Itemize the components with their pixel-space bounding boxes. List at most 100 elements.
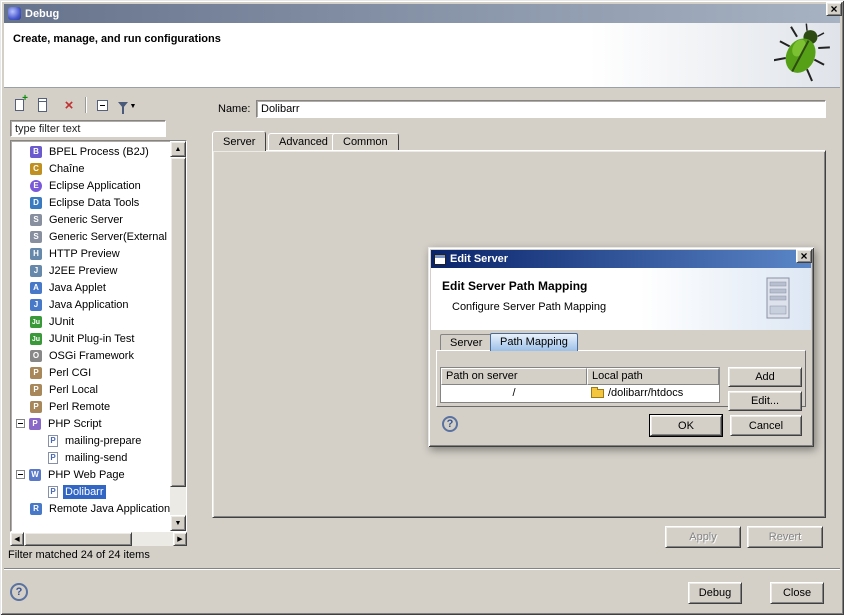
titlebar[interactable]: Debug (4, 4, 840, 23)
tree-item-label: Perl Remote (47, 400, 112, 414)
tree-item-generic-server-external-la[interactable]: Generic Server(External La (12, 228, 170, 245)
java-application-icon (30, 299, 42, 311)
tree-item-bpel-process-b2j[interactable]: BPEL Process (B2J) (12, 143, 170, 160)
php-web-page-icon (29, 469, 41, 481)
tab-server[interactable]: Server (212, 131, 266, 151)
help-icon[interactable] (10, 583, 28, 601)
tab-common[interactable]: Common (332, 133, 399, 151)
collapse-toggle-icon[interactable] (16, 470, 25, 479)
footer-separator (4, 568, 840, 570)
cancel-button[interactable]: Cancel (730, 415, 802, 436)
tree-item-label: OSGi Framework (47, 349, 136, 363)
chain-icon (30, 163, 42, 175)
type-filter-input[interactable] (10, 120, 166, 137)
tree-item-label: Java Application (47, 298, 131, 312)
tree-item-label: Chaîne (47, 162, 86, 176)
tree-item-mailing-send[interactable]: mailing-send (12, 449, 170, 466)
filter-menu-icon[interactable] (118, 96, 136, 114)
osgi-framework-icon (30, 350, 42, 362)
modal-close-icon[interactable] (796, 249, 812, 263)
path-mapping-table: Path on server Local path //dolibarr/htd… (440, 367, 720, 403)
table-header-row: Path on server Local path (441, 368, 719, 385)
tree-item-label: PHP Web Page (46, 468, 127, 482)
debug-configurations-dialog: Debug Create, manage, and run configurat… (0, 0, 844, 615)
tree-item-label: Eclipse Application (47, 179, 143, 193)
tree-item-mailing-prepare[interactable]: mailing-prepare (12, 432, 170, 449)
tree-item-php-web-page[interactable]: PHP Web Page (12, 466, 170, 483)
cell-local-path: /dolibarr/htdocs (587, 385, 719, 402)
perl-cgi-icon (30, 367, 42, 379)
tree-item-perl-cgi[interactable]: Perl CGI (12, 364, 170, 381)
tree-item-dolibarr[interactable]: Dolibarr (12, 483, 170, 500)
modal-help-icon[interactable] (442, 416, 458, 432)
column-header-path-on-server[interactable]: Path on server (441, 368, 587, 385)
tree-item-label: HTTP Preview (47, 247, 122, 261)
configuration-name-input[interactable] (256, 100, 826, 118)
tree-item-perl-remote[interactable]: Perl Remote (12, 398, 170, 415)
tree-item-osgi-framework[interactable]: OSGi Framework (12, 347, 170, 364)
collapse-toggle-icon[interactable] (16, 419, 25, 428)
debug-button[interactable]: Debug (688, 582, 742, 604)
collapse-all-icon[interactable] (93, 96, 111, 114)
tree-item-j2ee-preview[interactable]: J2EE Preview (12, 262, 170, 279)
tree-horizontal-scrollbar[interactable] (10, 532, 187, 546)
tree-item-label: Perl Local (47, 383, 100, 397)
tree-item-label: J2EE Preview (47, 264, 119, 278)
configurations-tree: BPEL Process (B2J) Chaîne Eclipse Applicat… (10, 140, 187, 532)
eclipse-application-icon (30, 180, 42, 192)
modal-tab-path-mapping[interactable]: Path Mapping (490, 333, 578, 351)
tree-item-label: Java Applet (47, 281, 108, 295)
generic-server-icon (30, 214, 42, 226)
apply-button[interactable]: Apply (665, 526, 741, 548)
tab-advanced[interactable]: Advanced (268, 133, 339, 151)
tree-item-perl-local[interactable]: Perl Local (12, 381, 170, 398)
modal-tab-server[interactable]: Server (440, 334, 492, 351)
column-header-local-path[interactable]: Local path (587, 368, 719, 385)
tree-item-java-application[interactable]: Java Application (12, 296, 170, 313)
tree-item-label: PHP Script (46, 417, 104, 431)
php-file-icon (48, 486, 58, 498)
duplicate-configuration-icon[interactable] (35, 96, 53, 114)
ok-button[interactable]: OK (650, 415, 722, 436)
folder-icon (591, 389, 604, 398)
tree-item-junit-plug-in-test[interactable]: JUnit Plug-in Test (12, 330, 170, 347)
window-close-icon[interactable] (826, 2, 842, 16)
debug-app-icon (8, 7, 21, 20)
window-title: Debug (25, 8, 59, 20)
vertical-scroll-thumb[interactable] (170, 157, 186, 487)
edit-mapping-button[interactable]: Edit... (728, 391, 802, 411)
modal-banner: Edit Server Path Mapping Configure Serve… (431, 268, 811, 330)
table-row[interactable]: //dolibarr/htdocs (441, 385, 719, 402)
tree-item-generic-server[interactable]: Generic Server (12, 211, 170, 228)
name-label: Name: (218, 103, 250, 115)
scroll-right-icon[interactable] (173, 532, 187, 546)
tree-item-java-applet[interactable]: Java Applet (12, 279, 170, 296)
edit-server-dialog: Edit Server Edit Server Path Mapping Con… (428, 247, 814, 447)
launch-toolbar (10, 95, 136, 115)
add-mapping-button[interactable]: Add (728, 367, 802, 387)
tree-item-label: JUnit Plug-in Test (47, 332, 136, 346)
revert-button[interactable]: Revert (747, 526, 823, 548)
scroll-up-icon[interactable] (170, 141, 186, 157)
tree-item-cha-ne[interactable]: Chaîne (12, 160, 170, 177)
junit-plugin-icon (30, 333, 42, 345)
tree-item-remote-java-application[interactable]: Remote Java Application (12, 500, 170, 517)
scroll-left-icon[interactable] (10, 532, 24, 546)
tree-vertical-scrollbar[interactable] (170, 141, 186, 531)
filter-status-text: Filter matched 24 of 24 items (8, 549, 150, 561)
j2ee-preview-icon (30, 265, 42, 277)
new-configuration-icon[interactable] (10, 96, 28, 114)
scroll-down-icon[interactable] (170, 515, 186, 531)
tree-item-eclipse-application[interactable]: Eclipse Application (12, 177, 170, 194)
delete-configuration-icon[interactable] (60, 96, 78, 114)
tree-item-php-script[interactable]: PHP Script (12, 415, 170, 432)
tree-item-eclipse-data-tools[interactable]: Eclipse Data Tools (12, 194, 170, 211)
modal-titlebar[interactable]: Edit Server (431, 250, 811, 268)
tree-item-http-preview[interactable]: HTTP Preview (12, 245, 170, 262)
close-button[interactable]: Close (770, 582, 824, 604)
bpel-process-icon (30, 146, 42, 158)
tree-item-junit[interactable]: JUnit (12, 313, 170, 330)
remote-java-icon (30, 503, 42, 515)
horizontal-scroll-thumb[interactable] (24, 532, 132, 546)
php-script-icon (29, 418, 41, 430)
